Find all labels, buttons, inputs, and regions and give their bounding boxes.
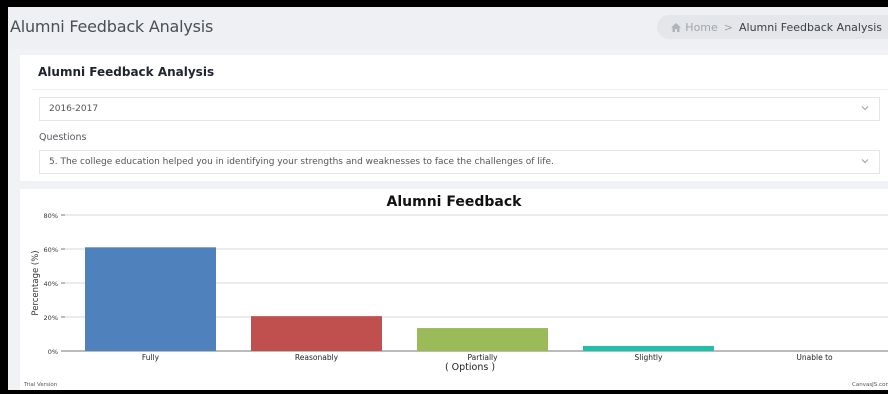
home-icon <box>671 22 682 32</box>
y-tick-label: 80% <box>44 212 58 220</box>
x-tick-label: Partially <box>467 353 498 362</box>
x-tick-label: Fully <box>142 353 160 362</box>
x-tick-label: Slightly <box>635 353 663 362</box>
breadcrumb-separator: > <box>723 20 733 34</box>
question-select[interactable]: 5. The college education helped you in i… <box>39 150 880 174</box>
breadcrumb-home-label: Home <box>685 20 718 34</box>
filter-card: Alumni Feedback Analysis 2016-2017 Quest… <box>20 55 888 181</box>
breadcrumb-home-link[interactable]: Home <box>671 20 718 34</box>
bar-slightly <box>583 345 714 351</box>
card-title: Alumni Feedback Analysis <box>38 65 215 79</box>
trial-version-note: Trial Version <box>23 382 58 388</box>
y-tick-label: 60% <box>44 246 58 254</box>
y-axis-label: Percentage (%) <box>31 250 41 315</box>
x-tick-label: Reasonably <box>295 353 339 362</box>
year-select-value: 2016-2017 <box>49 104 99 114</box>
chevron-down-icon <box>861 159 869 164</box>
page-title: Alumni Feedback Analysis <box>10 17 214 36</box>
chart-title: Alumni Feedback <box>387 194 523 210</box>
canvasjs-credit: CanvasJS.com <box>852 382 888 388</box>
y-tick-label: 40% <box>44 280 58 288</box>
breadcrumb-current: Alumni Feedback Analysis <box>739 20 882 34</box>
x-tick-label: Unable to <box>796 353 833 362</box>
year-select[interactable]: 2016-2017 <box>39 97 880 121</box>
questions-label: Questions <box>39 132 87 143</box>
page-header: Alumni Feedback Analysis Home > Alumni F… <box>8 7 888 49</box>
x-axis-label: ( Options ) <box>445 362 495 373</box>
chevron-down-icon <box>861 106 869 111</box>
bar-reasonably <box>251 316 382 351</box>
chart-card: Alumni Feedback 0% 20% 40% 60% 80% Percentage … <box>20 189 888 390</box>
y-tick-label: 0% <box>48 348 58 356</box>
bar-fully <box>85 247 216 351</box>
question-select-value: 5. The college education helped you in i… <box>49 157 554 167</box>
breadcrumb: Home > Alumni Feedback Analysis <box>657 15 888 39</box>
bar-partially <box>417 328 548 351</box>
bar-chart: Alumni Feedback 0% 20% 40% 60% 80% Percentage … <box>23 194 888 388</box>
y-tick-label: 20% <box>44 314 58 322</box>
app-frame: Alumni Feedback Analysis Home > Alumni F… <box>8 7 888 390</box>
divider <box>32 89 888 90</box>
